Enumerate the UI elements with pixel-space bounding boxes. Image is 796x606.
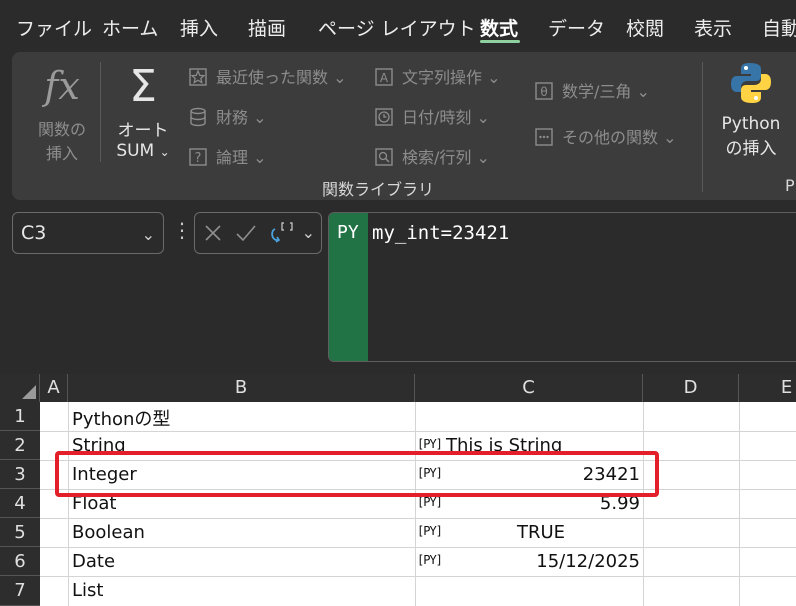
cell-b6[interactable]: Date <box>72 551 115 572</box>
star-icon <box>189 68 207 86</box>
cell-c5[interactable]: TRUE <box>442 522 640 543</box>
ribbon: fx 関数の 挿入 Σ オート SUM ⌄ 最近使った関数 ⌄ 財務 ⌄ ? 論理… <box>12 52 796 200</box>
financial-label: 財務 <box>216 108 249 127</box>
name-box[interactable]: C3 ⌄ <box>12 212 164 254</box>
row-header-2[interactable]: 2 <box>0 431 40 460</box>
database-icon <box>190 107 206 127</box>
clock-icon <box>375 108 393 126</box>
tab-review[interactable]: 校閲 <box>626 14 664 41</box>
theta-icon: θ <box>535 82 553 100</box>
chevron-down-icon[interactable]: ⌄ <box>302 223 315 242</box>
highlight-box <box>55 451 659 497</box>
text-functions-button[interactable]: A 文字列操作 ⌄ <box>374 64 501 88</box>
column-header-b[interactable]: B <box>68 374 415 402</box>
python-mode-badge-label: PY <box>337 222 359 243</box>
column-header-a[interactable]: A <box>40 374 68 402</box>
grid-line <box>40 518 796 519</box>
grid-line <box>40 431 796 432</box>
python-cell-icon: [PY] <box>417 553 443 567</box>
grid-line <box>40 576 796 577</box>
logical-button[interactable]: ? 論理 ⌄ <box>188 144 267 168</box>
tab-home[interactable]: ホーム <box>102 14 158 41</box>
recent-functions-button[interactable]: 最近使った関数 ⌄ <box>188 64 347 88</box>
menu-bar: ファイル ホーム 挿入 描画 ページ レイアウト 数式 データ 校閲 表示 自動 <box>0 0 796 50</box>
row-header-7[interactable]: 7 <box>0 576 40 606</box>
financial-button[interactable]: 財務 ⌄ <box>188 104 267 128</box>
search-icon <box>375 148 393 166</box>
ribbon-separator <box>100 62 101 162</box>
math-trig-label: 数学/三角 <box>562 82 632 101</box>
insert-function-label: 関数の <box>37 120 86 139</box>
cell-b5[interactable]: Boolean <box>72 522 145 543</box>
logical-label: 論理 <box>216 148 249 167</box>
row-header-1[interactable]: 1 <box>0 402 40 431</box>
ribbon-group-label-python: P <box>785 176 795 195</box>
lookup-button[interactable]: 検索/行列 ⌄ <box>374 144 490 168</box>
python-mode-badge[interactable]: PY <box>329 213 368 361</box>
python-logo-icon <box>731 63 771 103</box>
text-functions-label: 文字列操作 <box>402 68 483 87</box>
name-box-value: C3 <box>21 222 47 244</box>
formula-tools: ⌄ <box>194 212 322 254</box>
python-cell-icon: [PY] <box>417 495 443 509</box>
column-header-c[interactable]: C <box>415 374 643 402</box>
row-header-3[interactable]: 3 <box>0 460 40 489</box>
tab-automate[interactable]: 自動 <box>762 14 796 41</box>
fx-icon: fx <box>44 64 80 108</box>
column-header-e[interactable]: E <box>739 374 796 402</box>
autosum-label: オート <box>117 121 169 141</box>
datetime-label: 日付/時刻 <box>402 108 472 127</box>
grid-line <box>40 547 796 548</box>
math-trig-button[interactable]: θ 数学/三角 ⌄ <box>534 78 650 102</box>
tab-file[interactable]: ファイル <box>16 14 92 41</box>
svg-text:?: ? <box>195 151 202 166</box>
more-functions-button[interactable]: その他の関数 ⌄ <box>534 124 677 148</box>
python-convert-icon[interactable] <box>269 221 297 247</box>
tab-view[interactable]: 表示 <box>694 14 732 41</box>
row-header-5[interactable]: 5 <box>0 518 40 547</box>
svg-text:A: A <box>380 71 389 85</box>
column-header-d[interactable]: D <box>643 374 739 402</box>
sigma-icon: Σ <box>129 61 157 112</box>
question-icon: ? <box>189 148 207 166</box>
cell-b7[interactable]: List <box>72 580 103 601</box>
insert-function-label-2: 挿入 <box>45 144 78 163</box>
ribbon-separator-2 <box>702 62 703 192</box>
python-cell-icon: [PY] <box>417 524 443 538</box>
ribbon-group-label: 関数ライブラリ <box>322 180 435 199</box>
row-header-4[interactable]: 4 <box>0 489 40 518</box>
formula-text[interactable]: my_int=23421 <box>372 222 509 244</box>
more-vertical-icon[interactable]: ⋮ <box>172 220 192 240</box>
text-a-icon: A <box>375 68 393 86</box>
autosum-label-2: SUM <box>116 141 155 161</box>
insert-python-button[interactable]: Python の挿入 <box>716 60 786 159</box>
tab-draw[interactable]: 描画 <box>248 14 286 41</box>
svg-text:θ: θ <box>540 85 547 99</box>
cancel-icon[interactable] <box>203 223 223 243</box>
select-all-corner[interactable] <box>0 374 40 402</box>
tab-insert[interactable]: 挿入 <box>180 14 218 41</box>
row-header-6[interactable]: 6 <box>0 547 40 576</box>
cell-c6[interactable]: 15/12/2025 <box>450 551 640 572</box>
insert-function-button[interactable]: fx 関数の 挿入 <box>32 64 92 164</box>
python-cell-icon: [PY] <box>417 437 443 451</box>
tab-page-layout[interactable]: ページ レイアウト <box>318 14 476 41</box>
active-tab-indicator <box>480 40 520 43</box>
chevron-down-icon: ⌄ <box>159 145 170 159</box>
insert-python-label: Python <box>721 114 781 134</box>
lookup-label: 検索/行列 <box>402 148 472 167</box>
more-dots-icon <box>535 128 553 146</box>
tab-data[interactable]: データ <box>548 14 605 41</box>
tab-formulas[interactable]: 数式 <box>480 14 518 41</box>
datetime-button[interactable]: 日付/時刻 ⌄ <box>374 104 490 128</box>
autosum-button[interactable]: Σ オート SUM ⌄ <box>112 61 174 162</box>
enter-check-icon[interactable] <box>235 223 257 243</box>
chevron-down-icon[interactable]: ⌄ <box>142 225 155 244</box>
cell-b1[interactable]: Pythonの型 <box>72 405 170 431</box>
more-functions-label: その他の関数 <box>562 128 659 147</box>
recent-functions-label: 最近使った関数 <box>216 68 329 87</box>
insert-python-label-2: の挿入 <box>725 139 777 159</box>
